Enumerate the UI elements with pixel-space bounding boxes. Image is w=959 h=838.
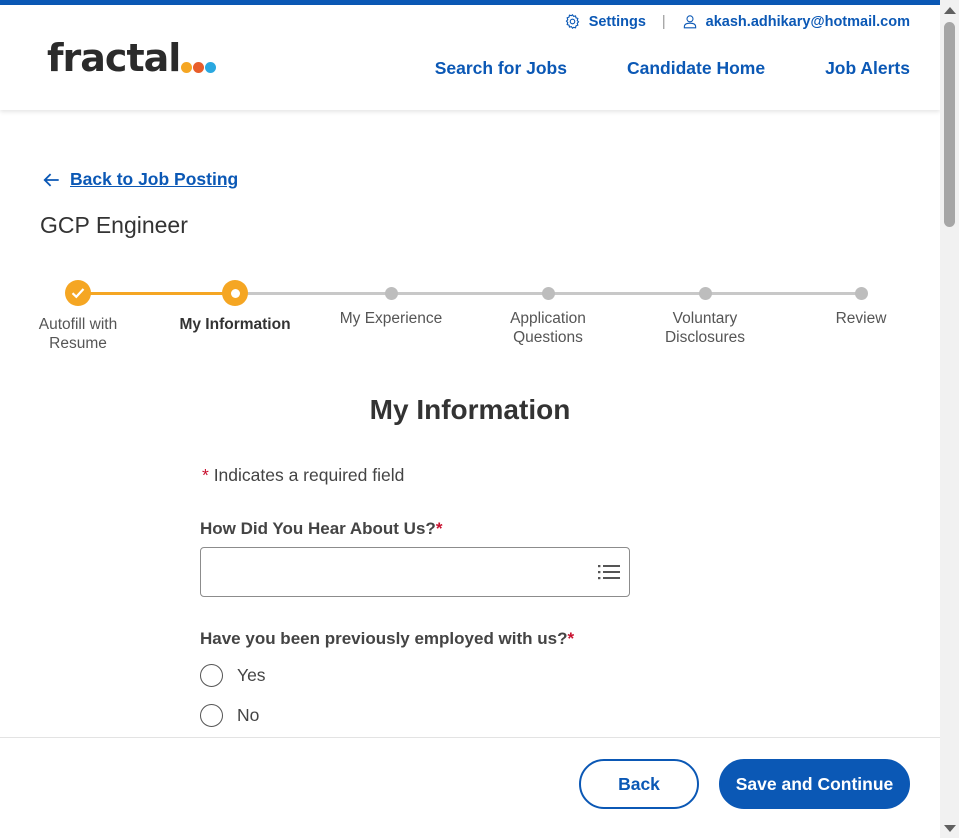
step-label-line1: Autofill with	[38, 316, 118, 333]
step-label: Application Questions	[473, 309, 623, 347]
company-logo[interactable]: fractal	[47, 33, 217, 80]
section-title: My Information	[369, 394, 571, 425]
scroll-down-arrow-icon[interactable]	[944, 825, 956, 832]
radio-label-no: No	[237, 705, 260, 725]
nav-job-alerts[interactable]: Job Alerts	[825, 58, 910, 79]
step-label: Voluntary Disclosures	[630, 309, 780, 347]
step-complete-marker	[65, 280, 91, 306]
user-account-link[interactable]: akash.adhikary@hotmail.com	[682, 13, 910, 30]
previously-employed-label: Have you been previously employed with u…	[200, 629, 574, 649]
settings-link[interactable]: Settings	[564, 13, 646, 30]
action-footer: Back Save and Continue	[0, 737, 940, 838]
person-icon	[683, 15, 696, 29]
step-label-line1: Review	[835, 310, 887, 327]
save-and-continue-button[interactable]: Save and Continue	[719, 759, 910, 809]
required-asterisk: *	[202, 465, 209, 485]
radio-button-yes[interactable]	[200, 664, 223, 687]
step-label-line1: Voluntary	[672, 310, 738, 327]
step-pending-marker	[384, 287, 398, 300]
required-asterisk: *	[567, 629, 575, 648]
main-nav: Search for Jobs Candidate Home Job Alert…	[435, 58, 910, 79]
step-pending-marker	[698, 287, 712, 300]
step-label: Review	[786, 309, 936, 328]
step-label-line2: Questions	[513, 329, 583, 346]
settings-label: Settings	[588, 13, 646, 30]
user-email: akash.adhikary@hotmail.com	[705, 13, 910, 30]
step-my-information: My Information	[160, 280, 310, 334]
radio-option-yes[interactable]: Yes	[200, 664, 266, 687]
logo-dot-red	[193, 62, 205, 73]
step-label-line1: Application	[510, 310, 586, 327]
step-pending-marker	[854, 287, 868, 300]
hear-about-us-label-text: How Did You Hear About Us?	[200, 519, 436, 538]
required-field-note: * Indicates a required field	[202, 465, 404, 486]
radio-label-yes: Yes	[237, 665, 266, 685]
step-review: Review	[786, 280, 936, 328]
step-application-questions: Application Questions	[473, 280, 623, 347]
logo-text: fractal	[47, 36, 181, 80]
scroll-up-arrow-icon[interactable]	[944, 7, 956, 14]
arrow-left-icon	[43, 173, 59, 186]
scroll-thumb[interactable]	[944, 22, 955, 227]
job-title: GCP Engineer	[40, 212, 188, 238]
required-note-text: Indicates a required field	[213, 465, 405, 485]
step-voluntary-disclosures: Voluntary Disclosures	[630, 280, 780, 347]
step-label: My Information	[160, 315, 310, 334]
hear-about-us-select[interactable]	[200, 547, 630, 597]
application-progress: Autofill with Resume My Information My E…	[0, 280, 940, 360]
site-header: fractal Settings | akash.adhikary@hotmai…	[0, 5, 940, 110]
hear-about-us-label: How Did You Hear About Us?*	[200, 519, 442, 539]
logo-dot-blue	[205, 62, 217, 73]
logo-dots	[181, 62, 217, 73]
page-scrollbar[interactable]	[940, 0, 959, 838]
back-button[interactable]: Back	[579, 759, 699, 809]
step-label: Autofill with Resume	[3, 315, 153, 353]
nav-search-jobs[interactable]: Search for Jobs	[435, 58, 567, 79]
nav-candidate-home[interactable]: Candidate Home	[627, 58, 765, 79]
step-current-marker	[222, 280, 248, 306]
radio-button-no[interactable]	[200, 704, 223, 727]
step-my-experience: My Experience	[316, 280, 466, 328]
step-label-line2: Resume	[49, 335, 107, 352]
step-label: My Experience	[316, 309, 466, 328]
step-pending-marker	[541, 287, 555, 300]
utility-nav: Settings | akash.adhikary@hotmail.com	[564, 13, 910, 30]
list-icon[interactable]	[598, 562, 620, 582]
back-to-job-posting-link[interactable]: Back to Job Posting	[42, 169, 238, 190]
previously-employed-label-text: Have you been previously employed with u…	[200, 629, 568, 648]
back-link-label: Back to Job Posting	[70, 169, 239, 189]
required-asterisk: *	[435, 519, 443, 538]
step-autofill-resume: Autofill with Resume	[3, 280, 153, 353]
step-label-line1: My Information	[179, 316, 291, 333]
step-label-line2: Disclosures	[664, 329, 746, 346]
radio-option-no[interactable]: No	[200, 704, 259, 727]
utility-separator: |	[661, 13, 666, 30]
step-label-line1: My Experience	[339, 310, 443, 327]
logo-dot-orange	[181, 62, 193, 73]
checkmark-icon	[71, 288, 85, 299]
gear-icon	[565, 13, 579, 30]
